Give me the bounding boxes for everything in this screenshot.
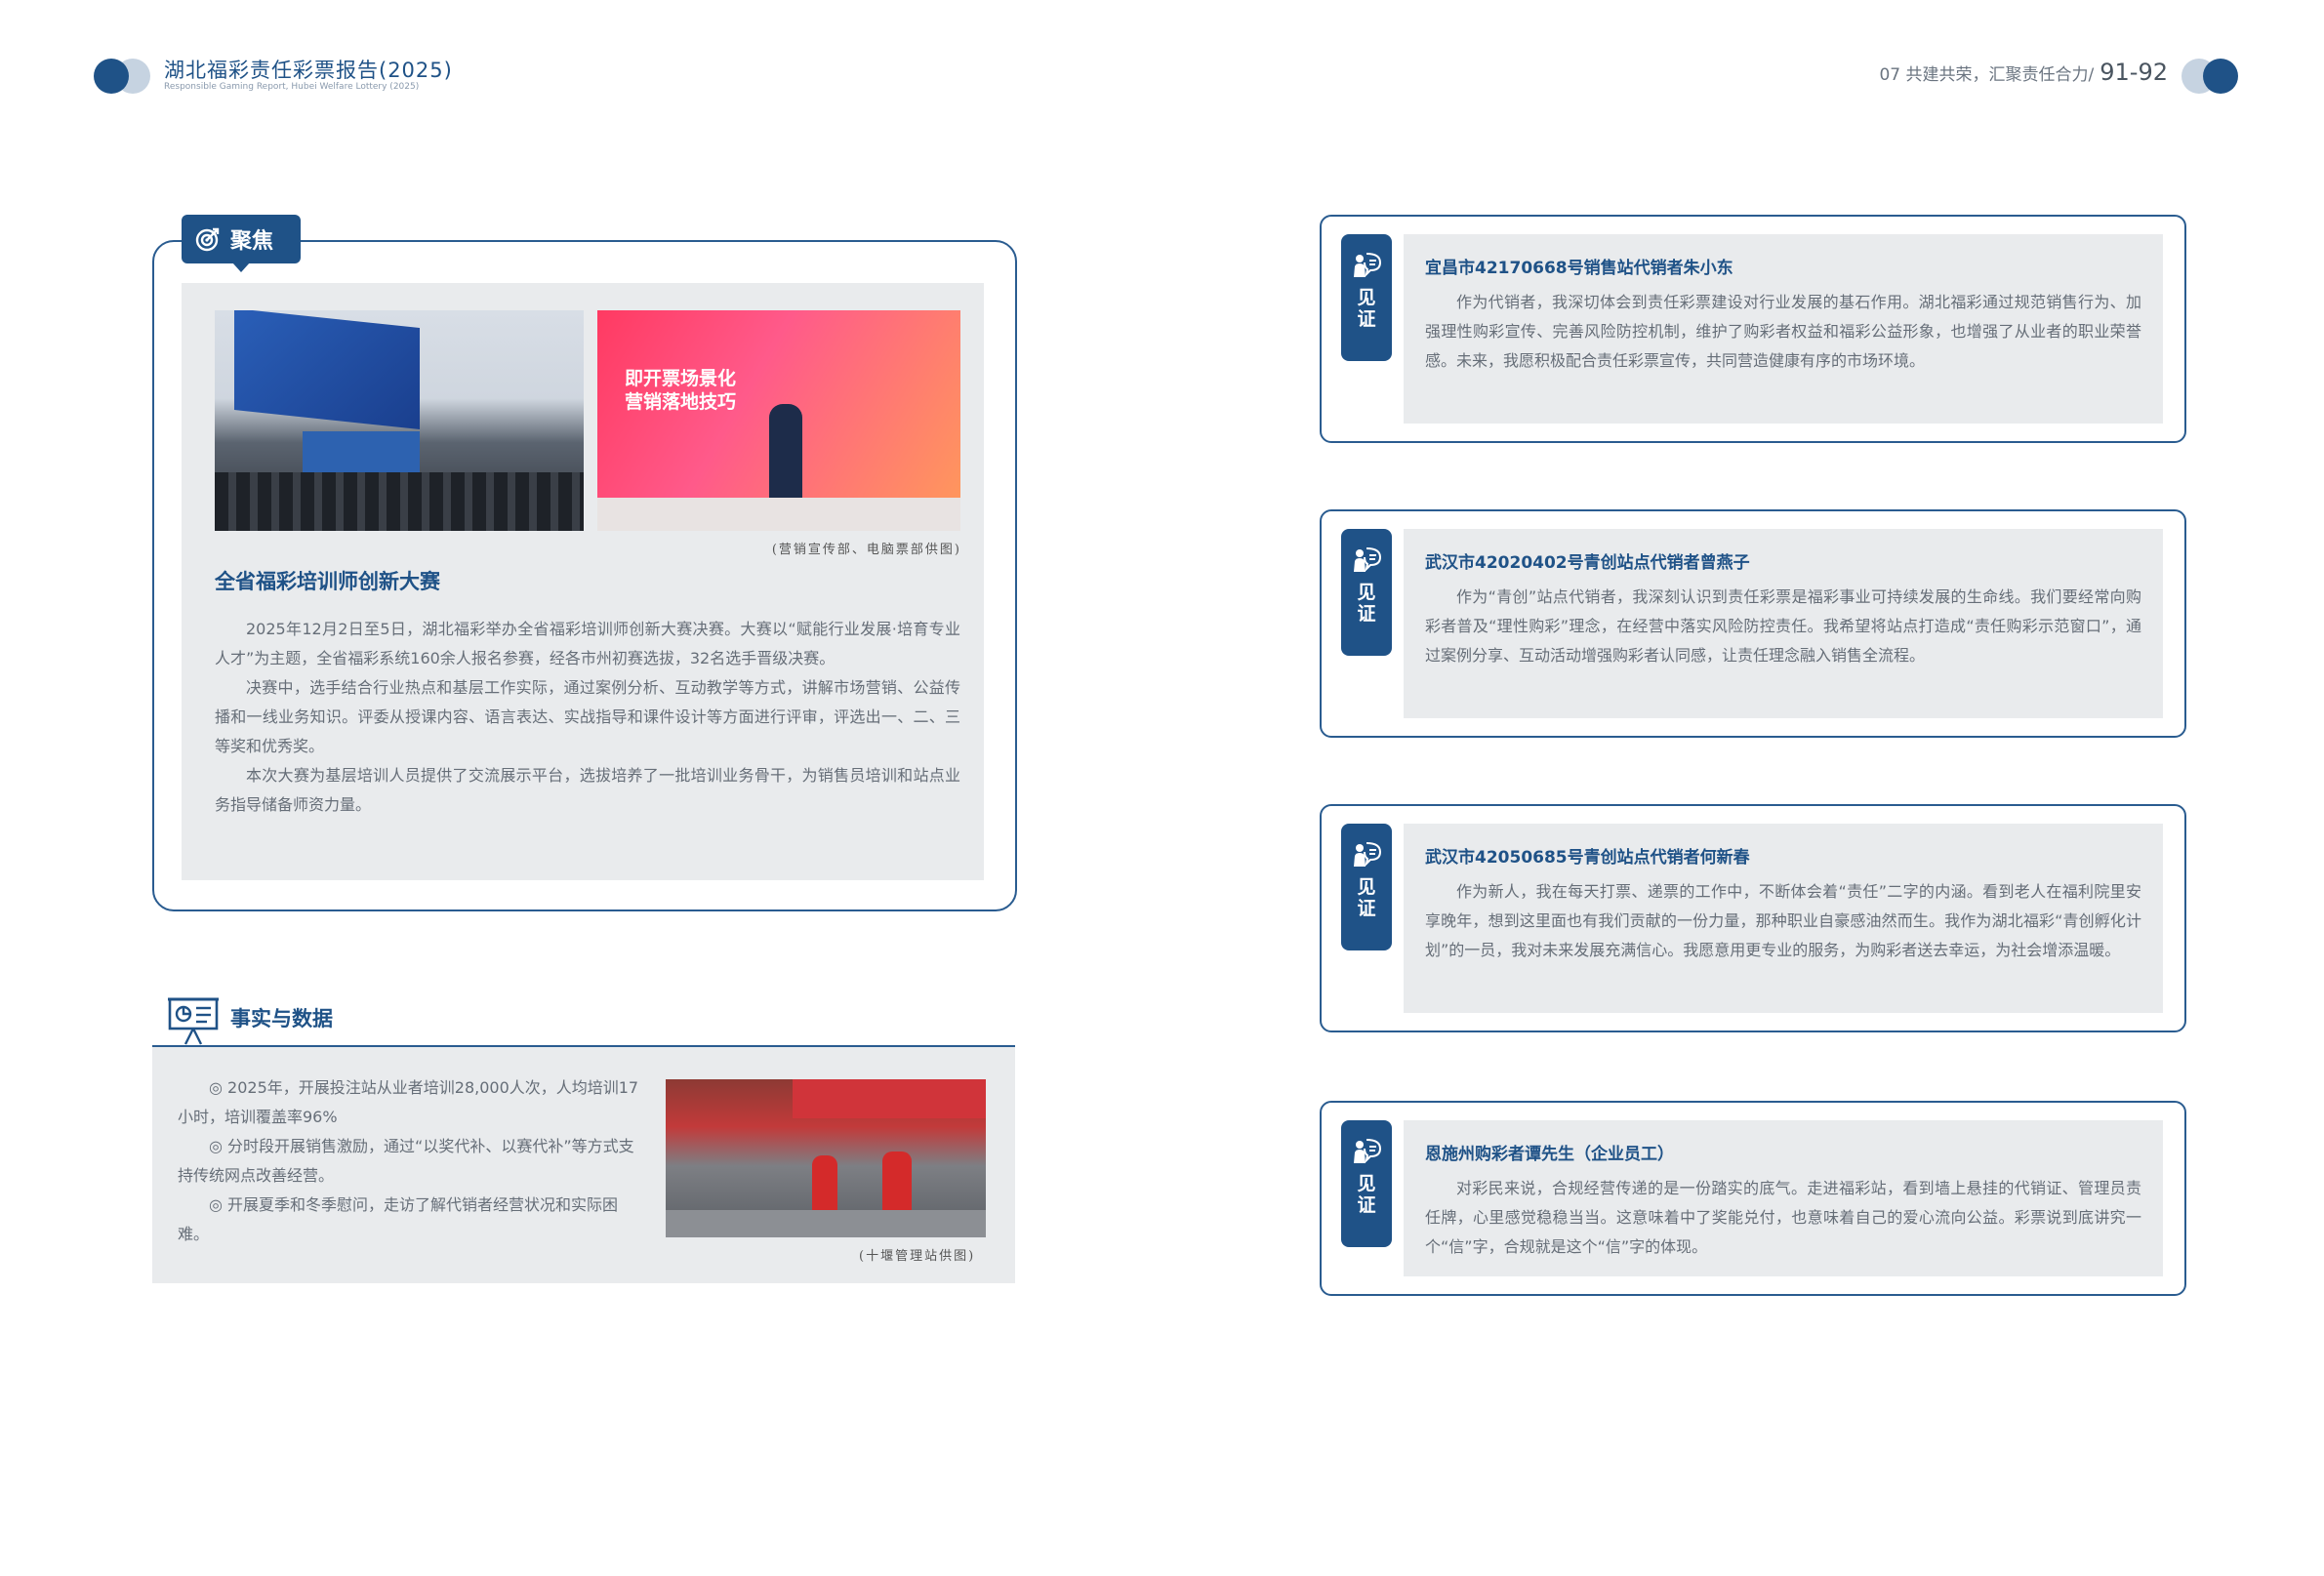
lottery-station-photo bbox=[666, 1079, 986, 1237]
page-header-right: 07 共建共荣，汇聚责任合力/ 91-92 bbox=[1879, 59, 2168, 86]
focus-photo-caption: (营销宣传部、电脑票部供图) bbox=[771, 543, 961, 557]
speaker-icon bbox=[1354, 253, 1382, 278]
witness-name: 恩施州购彩者谭先生（企业员工） bbox=[1425, 1145, 1674, 1164]
fact-item: ◎ 分时段开展销售激励，通过“以奖代补、以赛代补”等方式支持传统网点改善经营。 bbox=[178, 1137, 634, 1185]
focus-tag-label: 聚焦 bbox=[230, 229, 274, 254]
speaker-icon bbox=[1354, 1139, 1382, 1164]
witness-card: 见证 武汉市42050685号青创站点代销者何新春 作为新人，我在每天打票、递票… bbox=[1320, 804, 2186, 1032]
witness-card: 见证 恩施州购彩者谭先生（企业员工） 对彩民来说，合规经营传递的是一份踏实的底气… bbox=[1320, 1101, 2186, 1296]
chapter-label: 07 共建共荣，汇聚责任合力/ bbox=[1879, 65, 2095, 85]
witness-badge: 见证 bbox=[1341, 234, 1392, 361]
trainer-lecture-photo: 即开票场景化 营销落地技巧 bbox=[597, 310, 960, 531]
witness-badge-label: 见证 bbox=[1357, 1173, 1376, 1216]
focus-body: 2025年12月2日至5日，湖北福彩举办全省福彩培训师创新大赛决赛。大赛以“赋能… bbox=[215, 615, 960, 820]
witness-badge-label: 见证 bbox=[1357, 582, 1376, 625]
speaker-icon bbox=[1354, 842, 1382, 868]
fact-item: ◎ 2025年，开展投注站从业者培训28,000人次，人均培训17小时，培训覆盖… bbox=[178, 1078, 639, 1126]
witness-quote: 对彩民来说，合规经营传递的是一份踏实的底气。走进福彩站，看到墙上悬挂的代销证、管… bbox=[1425, 1179, 2141, 1256]
witness-badge: 见证 bbox=[1341, 529, 1392, 656]
witness-badge-label: 见证 bbox=[1357, 876, 1376, 919]
witness-name: 武汉市42050685号青创站点代销者何新春 bbox=[1425, 848, 1750, 868]
witness-badge: 见证 bbox=[1341, 1120, 1392, 1247]
witness-quote: 作为代销者，我深切体会到责任彩票建设对行业发展的基石作用。湖北福彩通过规范销售行… bbox=[1425, 293, 2141, 370]
speaker-icon bbox=[1354, 547, 1382, 573]
facts-list: ◎ 2025年，开展投注站从业者培训28,000人次，人均培训17小时，培训覆盖… bbox=[178, 1073, 648, 1249]
witness-name: 武汉市42020402号青创站点代销者曾燕子 bbox=[1425, 553, 1750, 573]
fact-item: ◎ 开展夏季和冬季慰问，走访了解代销者经营状况和实际困难。 bbox=[178, 1195, 619, 1243]
presentation-board-icon bbox=[168, 997, 219, 1045]
facts-photo-caption: (十堰管理站供图) bbox=[859, 1249, 976, 1264]
report-title: 湖北福彩责任彩票报告(2025) bbox=[164, 59, 453, 82]
focus-paragraph: 2025年12月2日至5日，湖北福彩举办全省福彩培训师创新大赛决赛。大赛以“赋能… bbox=[215, 620, 960, 667]
focus-title: 全省福彩培训师创新大赛 bbox=[215, 570, 440, 593]
witness-badge: 见证 bbox=[1341, 824, 1392, 950]
witness-quote: 作为“青创”站点代销者，我深刻认识到责任彩票是福彩事业可持续发展的生命线。我们要… bbox=[1425, 587, 2141, 665]
focus-paragraph: 本次大赛为基层培训人员提供了交流展示平台，选拔培养了一批培训业务骨干，为销售员培… bbox=[215, 766, 960, 814]
witness-name: 宜昌市42170668号销售站代销者朱小东 bbox=[1425, 259, 1733, 278]
header-decor-dots bbox=[2181, 59, 2238, 94]
photo-slide-title: 即开票场景化 营销落地技巧 bbox=[625, 368, 737, 413]
witness-card: 见证 宜昌市42170668号销售站代销者朱小东 作为代销者，我深切体会到责任彩… bbox=[1320, 215, 2186, 443]
focus-paragraph: 决赛中，选手结合行业热点和基层工作实际，通过案例分析、互动教学等方式，讲解市场营… bbox=[215, 678, 960, 755]
report-subtitle: Responsible Gaming Report, Hubei Welfare… bbox=[164, 82, 420, 92]
page-numbers: 91-92 bbox=[2100, 59, 2168, 86]
facts-title: 事实与数据 bbox=[230, 1007, 333, 1030]
target-icon bbox=[195, 227, 220, 252]
training-hall-photo bbox=[215, 310, 584, 531]
witness-card: 见证 武汉市42020402号青创站点代销者曾燕子 作为“青创”站点代销者，我深… bbox=[1320, 509, 2186, 738]
witness-quote: 作为新人，我在每天打票、递票的工作中，不断体会着“责任”二字的内涵。看到老人在福… bbox=[1425, 882, 2141, 959]
focus-tag: 聚焦 bbox=[182, 215, 301, 272]
header-logo-dots bbox=[94, 59, 150, 94]
witness-badge-label: 见证 bbox=[1357, 287, 1376, 330]
